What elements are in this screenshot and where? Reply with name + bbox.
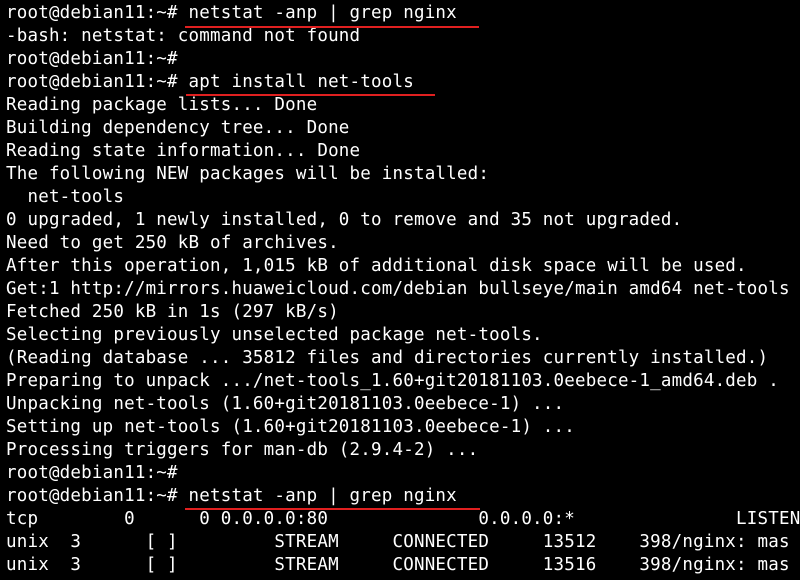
terminal-line-7: Reading state information... Done: [6, 141, 361, 161]
terminal-line-13: Get:1 http://mirrors.huaweicloud.com/deb…: [6, 279, 790, 299]
highlight-underline-1: [185, 26, 479, 28]
terminal-line-22: root@debian11:~# netstat -anp | grep ngi…: [6, 486, 457, 506]
terminal-line-5: Reading package lists... Done: [6, 95, 318, 115]
highlight-underline-2: [186, 94, 435, 96]
terminal-line-9: net-tools: [6, 187, 125, 207]
terminal-window[interactable]: root@debian11:~# netstat -anp | grep ngi…: [0, 0, 800, 580]
terminal-line-4: root@debian11:~# apt install net-tools: [6, 72, 414, 92]
terminal-line-21: root@debian11:~#: [6, 463, 178, 483]
terminal-line-20: Processing triggers for man-db (2.9.4-2)…: [6, 440, 479, 460]
terminal-line-12: After this operation, 1,015 kB of additi…: [6, 256, 747, 276]
terminal-line-2: -bash: netstat: command not found: [6, 26, 361, 46]
terminal-line-1: root@debian11:~# netstat -anp | grep ngi…: [6, 3, 457, 23]
highlight-underline-3: [185, 508, 480, 510]
terminal-line-15: Selecting previously unselected package …: [6, 325, 543, 345]
terminal-line-16: (Reading database ... 35812 files and di…: [6, 348, 769, 368]
terminal-line-25: unix 3 [ ] STREAM CONNECTED 13516 398/ng…: [6, 555, 790, 575]
terminal-line-17: Preparing to unpack .../net-tools_1.60+g…: [6, 371, 779, 391]
terminal-line-18: Unpacking net-tools (1.60+git20181103.0e…: [6, 394, 565, 414]
terminal-line-8: The following NEW packages will be insta…: [6, 164, 490, 184]
terminal-line-3: root@debian11:~#: [6, 49, 178, 69]
terminal-line-11: Need to get 250 kB of archives.: [6, 233, 339, 253]
terminal-line-10: 0 upgraded, 1 newly installed, 0 to remo…: [6, 210, 683, 230]
terminal-line-19: Setting up net-tools (1.60+git20181103.0…: [6, 417, 576, 437]
terminal-line-24: unix 3 [ ] STREAM CONNECTED 13512 398/ng…: [6, 532, 790, 552]
terminal-line-23: tcp 0 0 0.0.0.0:80 0.0.0.0:* LISTEN: [6, 509, 800, 529]
terminal-line-6: Building dependency tree... Done: [6, 118, 350, 138]
terminal-line-14: Fetched 250 kB in 1s (297 kB/s): [6, 302, 339, 322]
